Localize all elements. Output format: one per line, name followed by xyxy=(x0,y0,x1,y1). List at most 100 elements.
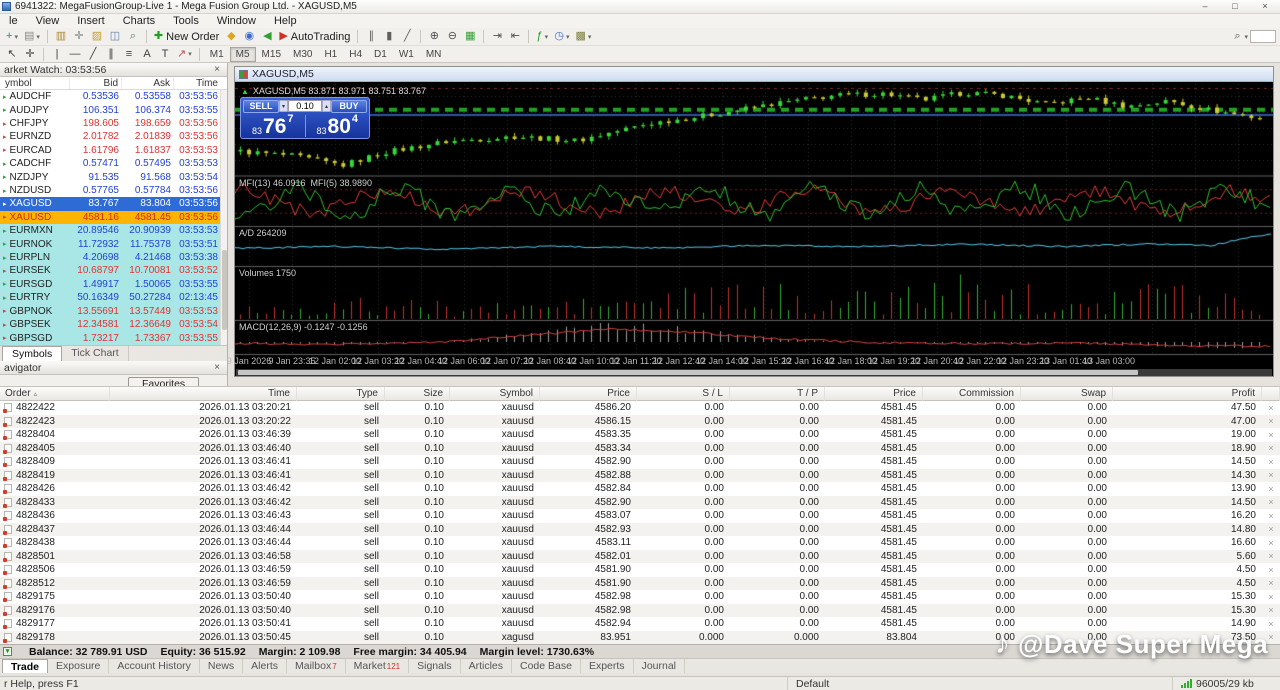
market-watch-row[interactable]: ▸ EURSGD 1.49917 1.50065 03:53:55 xyxy=(0,277,227,292)
tab-signals[interactable]: Signals xyxy=(409,659,461,673)
chevron-down-icon[interactable]: ▾ xyxy=(1244,33,1248,41)
orders-column-commission[interactable]: Commission xyxy=(923,387,1021,401)
market-watch-row[interactable]: ▸ GBPSEK 12.34581 12.36649 03:53:54 xyxy=(0,317,227,332)
close-position-icon[interactable]: × xyxy=(1262,592,1280,602)
orders-column-price[interactable]: Price xyxy=(825,387,923,401)
period-button-h4[interactable]: H4 xyxy=(343,47,368,62)
order-row[interactable]: 4829175 2026.01.13 03:50:40 sell 0.10 xauusd… xyxy=(0,590,1280,604)
column-header-ymbol[interactable]: ymbol xyxy=(0,77,70,89)
market-watch-row[interactable]: ▸ EURMXN 20.89546 20.90939 03:53:53 xyxy=(0,224,227,238)
order-row[interactable]: 4828409 2026.01.13 03:46:41 sell 0.10 xauusd… xyxy=(0,455,1280,469)
close-icon[interactable]: × xyxy=(211,64,223,75)
order-row[interactable]: 4828419 2026.01.13 03:46:41 sell 0.10 xauusd… xyxy=(0,468,1280,482)
close-position-icon[interactable]: × xyxy=(1262,403,1280,413)
tab-code-base[interactable]: Code Base xyxy=(512,659,581,673)
close-position-icon[interactable]: × xyxy=(1262,524,1280,534)
candlestick-chart-button[interactable]: ▮ xyxy=(380,29,398,45)
market-watch-row[interactable]: ▸ GBPSGD 1.73217 1.73367 03:53:55 xyxy=(0,331,227,345)
period-button-m5[interactable]: M5 xyxy=(229,46,256,62)
market-watch-row[interactable]: ▸ XAGUSD 83.767 83.804 03:53:56 xyxy=(0,197,227,211)
sell-button[interactable]: SELL xyxy=(243,99,279,113)
column-header-time[interactable]: Time xyxy=(174,78,221,89)
profiles-button[interactable]: ▤ ▾ xyxy=(21,29,43,45)
market-watch-row[interactable]: ▸ EURNZD 2.01782 2.01839 03:53:56 xyxy=(0,130,227,143)
market-watch-row[interactable]: ▸ AUDJPY 106.351 106.374 03:53:55 xyxy=(0,103,227,116)
period-button-m1[interactable]: M1 xyxy=(204,47,230,62)
tab-market[interactable]: Market 121 xyxy=(346,659,410,673)
auto-scroll-button[interactable]: ⇥ xyxy=(488,29,506,45)
sounds-button[interactable]: ◀ xyxy=(258,29,276,45)
bar-chart-button[interactable]: ∥ xyxy=(362,29,380,45)
minimize-button[interactable]: – xyxy=(1190,0,1220,13)
close-icon[interactable]: × xyxy=(211,362,223,373)
templates-button[interactable]: ▩ ▾ xyxy=(572,29,594,45)
scrollbar-thumb[interactable] xyxy=(222,250,227,330)
orders-column-symbol[interactable]: Symbol xyxy=(450,387,540,401)
equidistant-channel-button[interactable]: ∥ xyxy=(102,46,120,62)
period-button-m15[interactable]: M15 xyxy=(256,47,287,62)
chart-canvas[interactable] xyxy=(235,82,1273,368)
period-button-mn[interactable]: MN xyxy=(420,47,448,62)
fibonacci-button[interactable]: ≡ xyxy=(120,46,138,62)
close-position-icon[interactable]: × xyxy=(1262,511,1280,521)
volume-down-button[interactable]: ▾ xyxy=(279,100,288,112)
menu-item-insert[interactable]: Insert xyxy=(68,14,114,28)
order-row[interactable]: 4828438 2026.01.13 03:46:44 sell 0.10 xauusd… xyxy=(0,536,1280,550)
order-row[interactable]: 4828436 2026.01.13 03:46:43 sell 0.10 xauusd… xyxy=(0,509,1280,523)
tab-account-history[interactable]: Account History xyxy=(109,659,200,673)
favorites-button[interactable]: Favorites xyxy=(128,377,200,386)
sell-price[interactable]: 83 76 7 xyxy=(241,113,305,138)
trendline-button[interactable]: ╱ xyxy=(84,46,102,62)
market-watch-row[interactable]: ▸ CADCHF 0.57471 0.57495 03:53:53 xyxy=(0,157,227,170)
menu-item-charts[interactable]: Charts xyxy=(114,14,164,28)
search-input[interactable] xyxy=(1250,30,1276,43)
order-row[interactable]: 4829177 2026.01.13 03:50:41 sell 0.10 xauusd… xyxy=(0,617,1280,631)
tab-experts[interactable]: Experts xyxy=(581,659,634,673)
market-watch-row[interactable]: ▸ GBPNOK 13.55691 13.57449 03:53:53 xyxy=(0,304,227,318)
volume-up-button[interactable]: ▴ xyxy=(322,100,331,112)
orders-column-profit[interactable]: Profit xyxy=(1113,387,1262,401)
terminal-button[interactable]: ◫ xyxy=(106,29,124,45)
period-button-d1[interactable]: D1 xyxy=(368,47,393,62)
orders-column-s-l[interactable]: S / L xyxy=(637,387,730,401)
order-row[interactable]: 4829176 2026.01.13 03:50:40 sell 0.10 xauusd… xyxy=(0,603,1280,617)
close-position-icon[interactable]: × xyxy=(1262,430,1280,440)
orders-column-type[interactable]: Type xyxy=(297,387,385,401)
tab-exposure[interactable]: Exposure xyxy=(48,659,110,673)
close-position-icon[interactable]: × xyxy=(1262,578,1280,588)
close-position-icon[interactable]: × xyxy=(1262,551,1280,561)
buy-button[interactable]: BUY xyxy=(331,99,367,113)
arrows-button[interactable]: ↗ ▾ xyxy=(174,46,195,62)
close-position-icon[interactable]: × xyxy=(1262,632,1280,642)
market-watch-row[interactable]: ▸ EURPLN 4.20698 4.21468 03:53:38 xyxy=(0,250,227,265)
line-chart-button[interactable]: ╱ xyxy=(398,29,416,45)
close-position-icon[interactable]: × xyxy=(1262,538,1280,548)
close-position-icon[interactable]: × xyxy=(1262,416,1280,426)
tab-tick-chart[interactable]: Tick Chart xyxy=(62,345,129,361)
close-position-icon[interactable]: × xyxy=(1262,470,1280,480)
menu-item-window[interactable]: Window xyxy=(208,14,265,28)
market-watch-row[interactable]: ▸ CHFJPY 198.605 198.659 03:53:56 xyxy=(0,117,227,130)
tile-windows-button[interactable]: ▦ xyxy=(461,29,479,45)
order-row[interactable]: 4828405 2026.01.13 03:46:40 sell 0.10 xauusd… xyxy=(0,441,1280,455)
close-button[interactable]: × xyxy=(1250,0,1280,13)
metaeditor-button[interactable]: ◆ xyxy=(222,29,240,45)
new-chart-button[interactable]: + ▾ xyxy=(3,29,21,45)
strategy-tester-button[interactable]: ⌕ xyxy=(124,29,142,45)
close-position-icon[interactable]: × xyxy=(1262,605,1280,615)
order-row[interactable]: 4828506 2026.01.13 03:46:59 sell 0.10 xauusd… xyxy=(0,563,1280,577)
order-row[interactable]: 4828512 2026.01.13 03:46:59 sell 0.10 xauusd… xyxy=(0,576,1280,590)
orders-column-size[interactable]: Size xyxy=(385,387,450,401)
tab-mailbox[interactable]: Mailbox 7 xyxy=(287,659,346,673)
market-watch-row[interactable]: ▸ EURNOK 11.72932 11.75378 03:53:51 xyxy=(0,237,227,251)
market-watch-row[interactable]: ▸ EURSEK 10.68797 10.70081 03:53:52 xyxy=(0,264,227,278)
maximize-button[interactable]: □ xyxy=(1220,0,1250,13)
market-watch-row[interactable]: ▸ EURTRY 50.16349 50.27284 02:13:45 xyxy=(0,291,227,305)
data-window-button[interactable]: ✛ xyxy=(70,29,88,45)
tab-alerts[interactable]: Alerts xyxy=(243,659,288,673)
menu-item-le[interactable]: le xyxy=(0,14,27,28)
market-watch-row[interactable]: ▸ AUDCHF 0.53536 0.53558 03:53:56 xyxy=(0,90,227,103)
vertical-line-button[interactable]: | xyxy=(48,46,66,62)
scrollbar-thumb[interactable] xyxy=(238,370,1138,375)
new-order-button[interactable]: ✚ New Order xyxy=(151,29,222,45)
